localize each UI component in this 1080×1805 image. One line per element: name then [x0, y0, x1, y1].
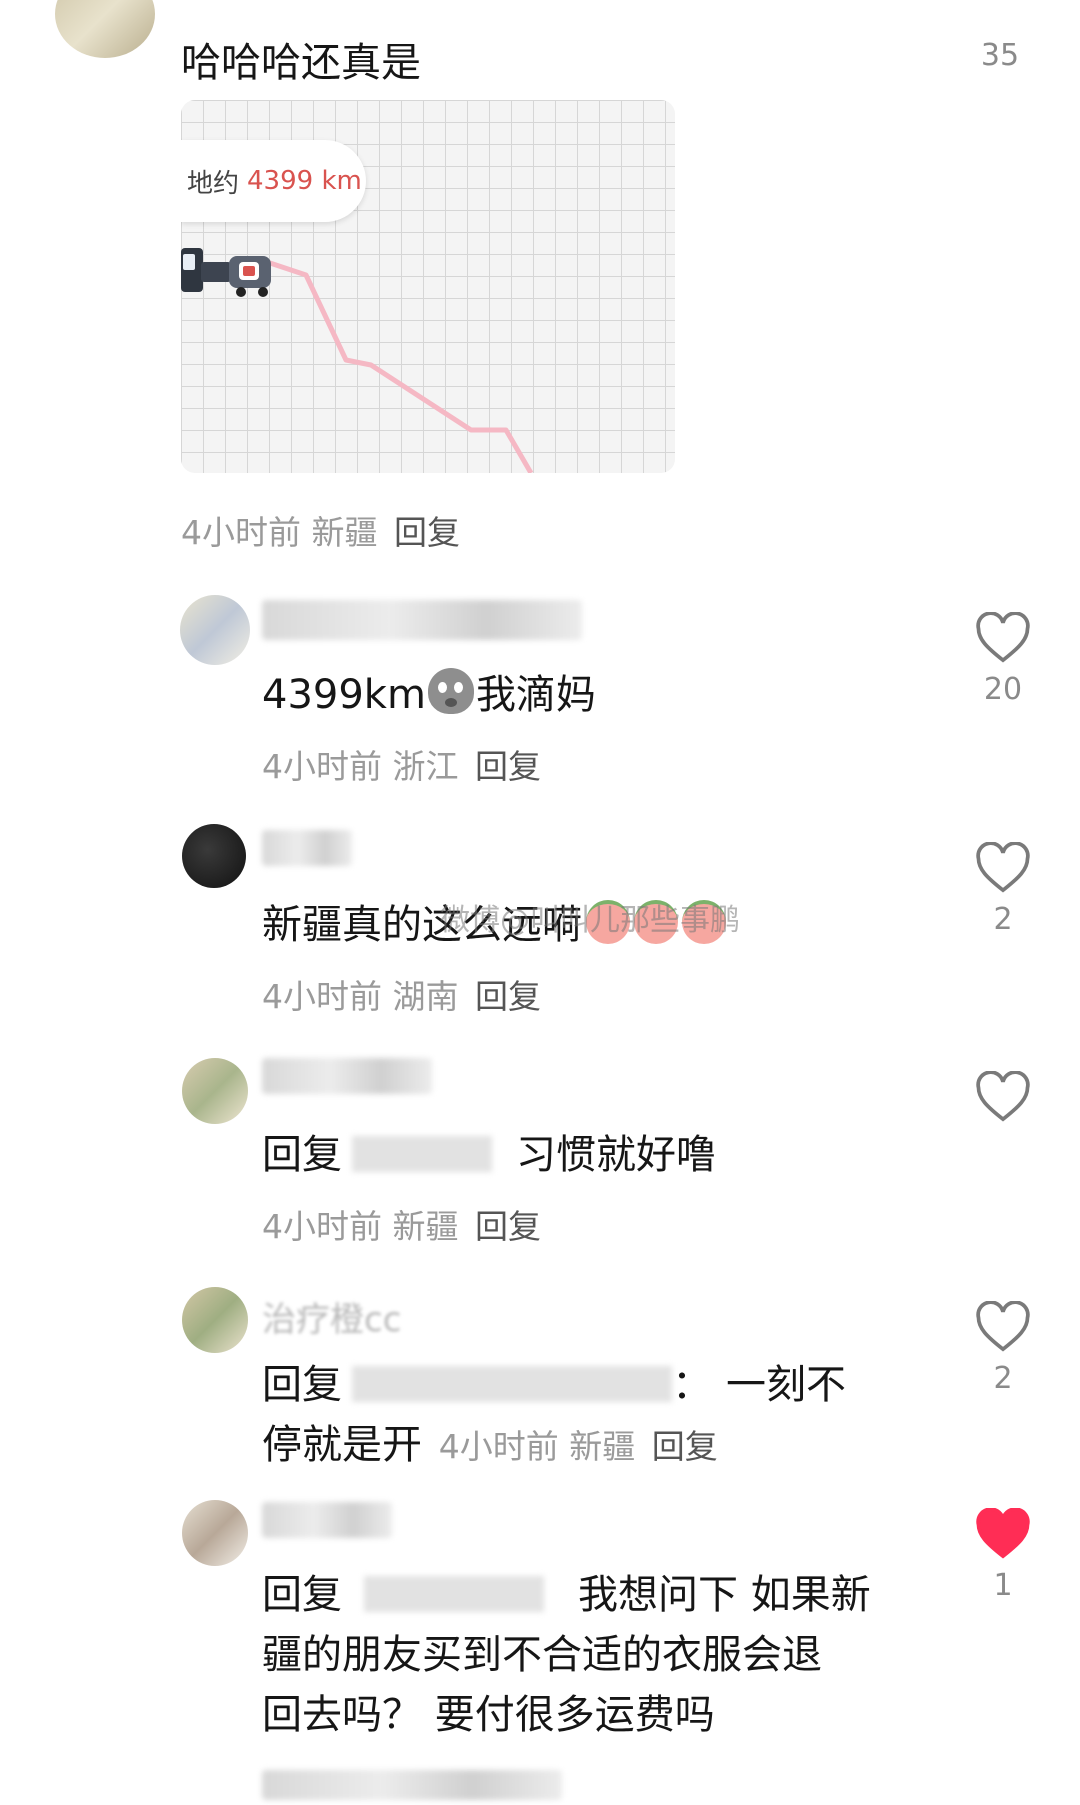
- reply-button[interactable]: 回复: [475, 1207, 541, 1246]
- like-button[interactable]: 20: [973, 612, 1033, 707]
- reply-button[interactable]: 回复: [394, 513, 460, 552]
- like-count: 1: [993, 1568, 1013, 1603]
- comment-text-line2: 疆的朋友买到不合适的衣服会退: [262, 1632, 822, 1678]
- comment-meta: 4小时前 新疆 回复: [181, 506, 460, 554]
- username-redacted: [262, 830, 352, 866]
- username-redacted: [262, 600, 582, 640]
- watermark: 微博@叫叫儿那些事鹏: [440, 903, 740, 938]
- comment-meta: 4小时前 新疆 回复: [262, 1200, 541, 1248]
- comment-text-line3: 回去吗？ 要付很多运费吗: [262, 1692, 715, 1738]
- comment-location: 新疆: [311, 513, 378, 552]
- comment-location: 新疆: [569, 1427, 636, 1466]
- avatar[interactable]: [180, 595, 250, 665]
- comment-time: 4小时前: [262, 1207, 382, 1246]
- partial-content-redacted: [262, 1770, 562, 1800]
- comment-location: 湖南: [392, 977, 459, 1016]
- heart-outline-icon: [976, 612, 1030, 663]
- like-count: 2: [993, 1361, 1013, 1396]
- heart-filled-icon: [976, 1508, 1030, 1559]
- comment-meta: 4小时前 新疆 回复: [439, 1427, 718, 1466]
- like-button[interactable]: 2: [973, 842, 1033, 937]
- avatar[interactable]: [182, 824, 246, 888]
- heart-outline-icon: [976, 1071, 1030, 1122]
- heart-outline-icon: [976, 1301, 1030, 1352]
- comment-time: 4小时前: [262, 747, 382, 786]
- like-count: 35: [980, 38, 1020, 73]
- comment-location: 新疆: [392, 1207, 459, 1246]
- reply-button[interactable]: 回复: [475, 977, 541, 1016]
- comment-text-line2: 停就是开 4小时前 新疆 回复: [262, 1422, 718, 1468]
- comment-time: 4小时前: [438, 1427, 559, 1466]
- like-button[interactable]: [973, 1071, 1033, 1123]
- comment-text: 回复 我想问下 如果新: [262, 1572, 871, 1618]
- username-redacted: [262, 1502, 392, 1538]
- comment-text: 回复 习惯就好噜: [262, 1132, 716, 1178]
- comment-text: 4399km 我滴妈: [262, 662, 596, 720]
- comment-text: 哈哈哈还真是: [181, 40, 421, 86]
- mention-redacted: [352, 1366, 672, 1402]
- like-count: 20: [983, 672, 1023, 707]
- comment-meta: 4小时前 浙江 回复: [262, 740, 541, 788]
- avatar[interactable]: [55, 0, 155, 58]
- mention-redacted: [352, 1136, 492, 1172]
- like-count: 2: [993, 902, 1013, 937]
- map-image[interactable]: 地约 4399 km: [181, 100, 675, 473]
- reply-button[interactable]: 回复: [475, 747, 541, 786]
- heart-outline-icon: [976, 842, 1030, 893]
- avatar[interactable]: [182, 1287, 248, 1353]
- avatar[interactable]: [182, 1058, 248, 1124]
- username[interactable]: 治疗橙cc: [262, 1292, 401, 1341]
- comment-meta: 4小时前 湖南 回复: [262, 970, 541, 1018]
- ghost-face-emoji-icon: [427, 668, 474, 714]
- reply-button[interactable]: 回复: [652, 1427, 718, 1466]
- comment-location: 浙江: [392, 747, 459, 786]
- comment-text: 回复：一刻不: [262, 1362, 846, 1408]
- like-button[interactable]: 2: [973, 1301, 1033, 1396]
- like-button[interactable]: 35: [970, 38, 1030, 73]
- mention-redacted: [364, 1576, 544, 1612]
- truck-icon: [181, 240, 276, 300]
- avatar[interactable]: [182, 1500, 248, 1566]
- username-redacted: [262, 1058, 432, 1094]
- like-button[interactable]: 1: [973, 1508, 1033, 1603]
- comment-time: 4小时前: [262, 977, 382, 1016]
- comment-time: 4小时前: [181, 513, 301, 552]
